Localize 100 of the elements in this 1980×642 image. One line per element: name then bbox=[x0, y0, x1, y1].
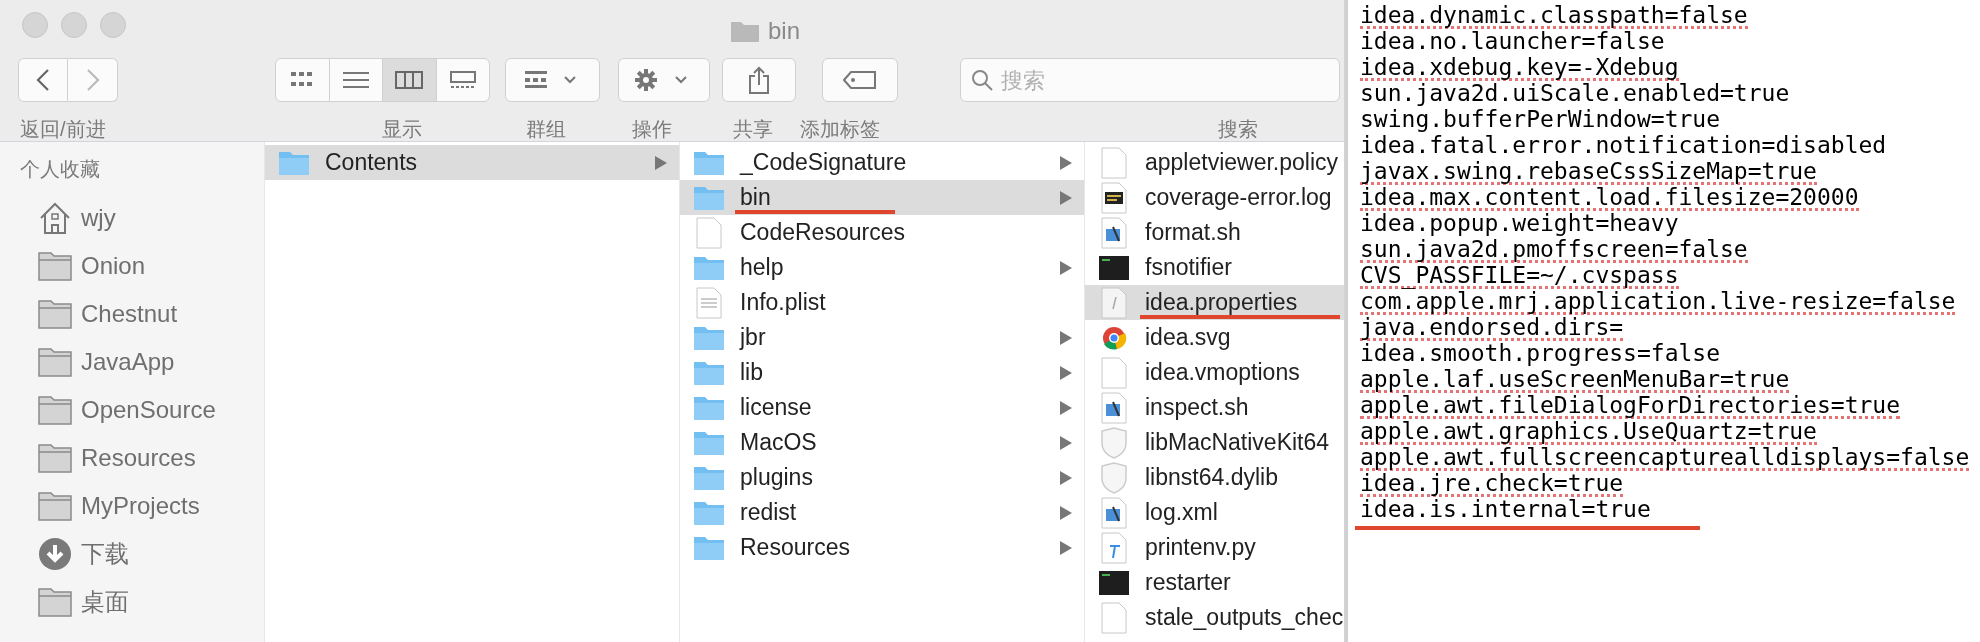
file-name: CodeResources bbox=[740, 219, 905, 246]
house-icon bbox=[38, 201, 72, 235]
folder-icon bbox=[693, 359, 725, 386]
file-row[interactable]: printenv.py bbox=[1085, 530, 1344, 565]
folder-icon bbox=[38, 395, 72, 425]
tag-button[interactable] bbox=[822, 58, 898, 102]
folder-icon bbox=[693, 394, 725, 421]
sidebar-item[interactable]: Onion bbox=[0, 242, 264, 290]
toolbar-label: 返回/前进 bbox=[20, 117, 106, 142]
toolbar-label: 添加标签 bbox=[800, 117, 880, 142]
disclosure-triangle-icon bbox=[1060, 190, 1072, 205]
file-name: format.sh bbox=[1145, 219, 1241, 246]
file-name: MacOS bbox=[740, 429, 817, 456]
file-row[interactable]: coverage-error.log bbox=[1085, 180, 1344, 215]
file-name: restarter bbox=[1145, 569, 1231, 596]
file-row[interactable]: appletviewer.policy bbox=[1085, 145, 1344, 180]
file-row[interactable]: inspect.sh bbox=[1085, 390, 1344, 425]
folder-icon bbox=[693, 254, 725, 281]
file-row[interactable]: CodeResources bbox=[680, 215, 1084, 250]
file-row[interactable]: idea.vmoptions bbox=[1085, 355, 1344, 390]
folder-icon bbox=[693, 184, 725, 211]
code-line: sun.java2d.uiScale.enabled=true bbox=[1360, 82, 1790, 107]
file-name: idea.svg bbox=[1145, 324, 1231, 351]
file-row[interactable]: lib bbox=[680, 355, 1084, 390]
tag-icon bbox=[843, 71, 877, 89]
file-row[interactable]: help bbox=[680, 250, 1084, 285]
toolbar-label: 操作 bbox=[632, 117, 672, 142]
file-row[interactable]: Resources bbox=[680, 530, 1084, 565]
file-row[interactable]: Info.plist bbox=[680, 285, 1084, 320]
sidebar-item[interactable]: wjy bbox=[0, 194, 264, 242]
file-row[interactable]: plugins bbox=[680, 460, 1084, 495]
sidebar-item[interactable]: 下载 bbox=[0, 530, 264, 578]
code-line: sun.java2d.pmoffscreen=false bbox=[1360, 238, 1748, 263]
code-line: idea.is.internal=true bbox=[1360, 498, 1651, 523]
file-name: redist bbox=[740, 499, 797, 526]
python-document-icon bbox=[1101, 531, 1127, 564]
file-name: license bbox=[740, 394, 812, 421]
sidebar-item[interactable]: JavaApp bbox=[0, 338, 264, 386]
search-input[interactable]: 搜索 bbox=[1001, 63, 1301, 97]
script-document-icon bbox=[1101, 391, 1127, 424]
file-name: coverage-error.log bbox=[1145, 184, 1332, 211]
sidebar-item[interactable]: Chestnut bbox=[0, 290, 264, 338]
sidebar-item[interactable]: OpenSource bbox=[0, 386, 264, 434]
file-name: Contents bbox=[325, 149, 418, 176]
folder-icon bbox=[693, 324, 725, 351]
file-row[interactable]: idea.svg bbox=[1085, 320, 1344, 355]
folder-icon bbox=[693, 499, 725, 526]
file-row[interactable]: redist bbox=[680, 495, 1084, 530]
file-row[interactable]: libMacNativeKit64 bbox=[1085, 425, 1344, 460]
file-row[interactable]: MacOS bbox=[680, 425, 1084, 460]
code-line: apple.laf.useScreenMenuBar=true bbox=[1360, 368, 1790, 393]
file-row[interactable]: Contents bbox=[265, 145, 679, 180]
file-row[interactable]: _CodeSignature bbox=[680, 145, 1084, 180]
code-line: idea.max.content.load.filesize=20000 bbox=[1360, 186, 1859, 211]
file-row[interactable]: license bbox=[680, 390, 1084, 425]
file-row[interactable]: restarter bbox=[1085, 565, 1344, 600]
code-line: idea.dynamic.classpath=false bbox=[1360, 4, 1748, 29]
disclosure-triangle-icon bbox=[1060, 260, 1072, 275]
code-line: idea.smooth.progress=false bbox=[1360, 342, 1721, 367]
window-title: bin bbox=[768, 16, 801, 46]
disclosure-triangle-icon bbox=[1060, 540, 1072, 555]
code-line: com.apple.mrj.application.live-resize=false bbox=[1360, 290, 1956, 315]
disclosure-triangle-icon bbox=[1060, 365, 1072, 380]
file-name: stale_outputs_chec bbox=[1145, 604, 1344, 631]
code-line: apple.awt.fullscreencapturealldisplays=false bbox=[1360, 446, 1970, 471]
list-document-icon bbox=[696, 286, 722, 319]
share-icon bbox=[748, 66, 770, 94]
action-button[interactable] bbox=[618, 58, 710, 102]
file-name: idea.vmoptions bbox=[1145, 359, 1300, 386]
toolbar-label: 群组 bbox=[526, 117, 566, 142]
file-row[interactable]: jbr bbox=[680, 320, 1084, 355]
sidebar-item[interactable]: Resources bbox=[0, 434, 264, 482]
back-button[interactable] bbox=[18, 58, 68, 102]
file-row[interactable]: stale_outputs_chec bbox=[1085, 600, 1344, 635]
search-icon bbox=[971, 69, 993, 91]
disclosure-triangle-icon bbox=[655, 155, 667, 170]
sidebar-item[interactable]: MyProjects bbox=[0, 482, 264, 530]
code-line: javax.swing.rebaseCssSizeMap=true bbox=[1360, 160, 1817, 185]
code-line: apple.awt.fileDialogForDirectories=true bbox=[1360, 394, 1901, 419]
group-button[interactable] bbox=[505, 58, 600, 102]
folder-icon bbox=[38, 491, 72, 521]
toolbar-label: 共享 bbox=[733, 117, 773, 142]
file-row[interactable]: bin bbox=[680, 180, 1084, 215]
folder-icon bbox=[38, 443, 72, 473]
search-field[interactable]: 搜索 bbox=[960, 58, 1340, 102]
file-row[interactable]: format.sh bbox=[1085, 215, 1344, 250]
code-line: apple.awt.graphics.UseQuartz=true bbox=[1360, 420, 1817, 445]
sidebar-item[interactable]: 桌面 bbox=[0, 578, 264, 626]
file-name: jbr bbox=[740, 324, 766, 351]
file-row[interactable]: fsnotifier bbox=[1085, 250, 1344, 285]
file-row[interactable]: log.xml bbox=[1085, 495, 1344, 530]
column-view-icon[interactable] bbox=[382, 59, 436, 101]
folder-icon bbox=[38, 299, 72, 329]
file-row[interactable]: libnst64.dylib bbox=[1085, 460, 1344, 495]
view-mode-control[interactable] bbox=[275, 58, 490, 102]
code-line: java.endorsed.dirs= bbox=[1360, 316, 1624, 341]
file-name: Resources bbox=[740, 534, 850, 561]
file-row[interactable]: idea.properties bbox=[1085, 285, 1344, 320]
terminal-icon bbox=[1099, 569, 1129, 596]
share-button[interactable] bbox=[722, 58, 796, 102]
